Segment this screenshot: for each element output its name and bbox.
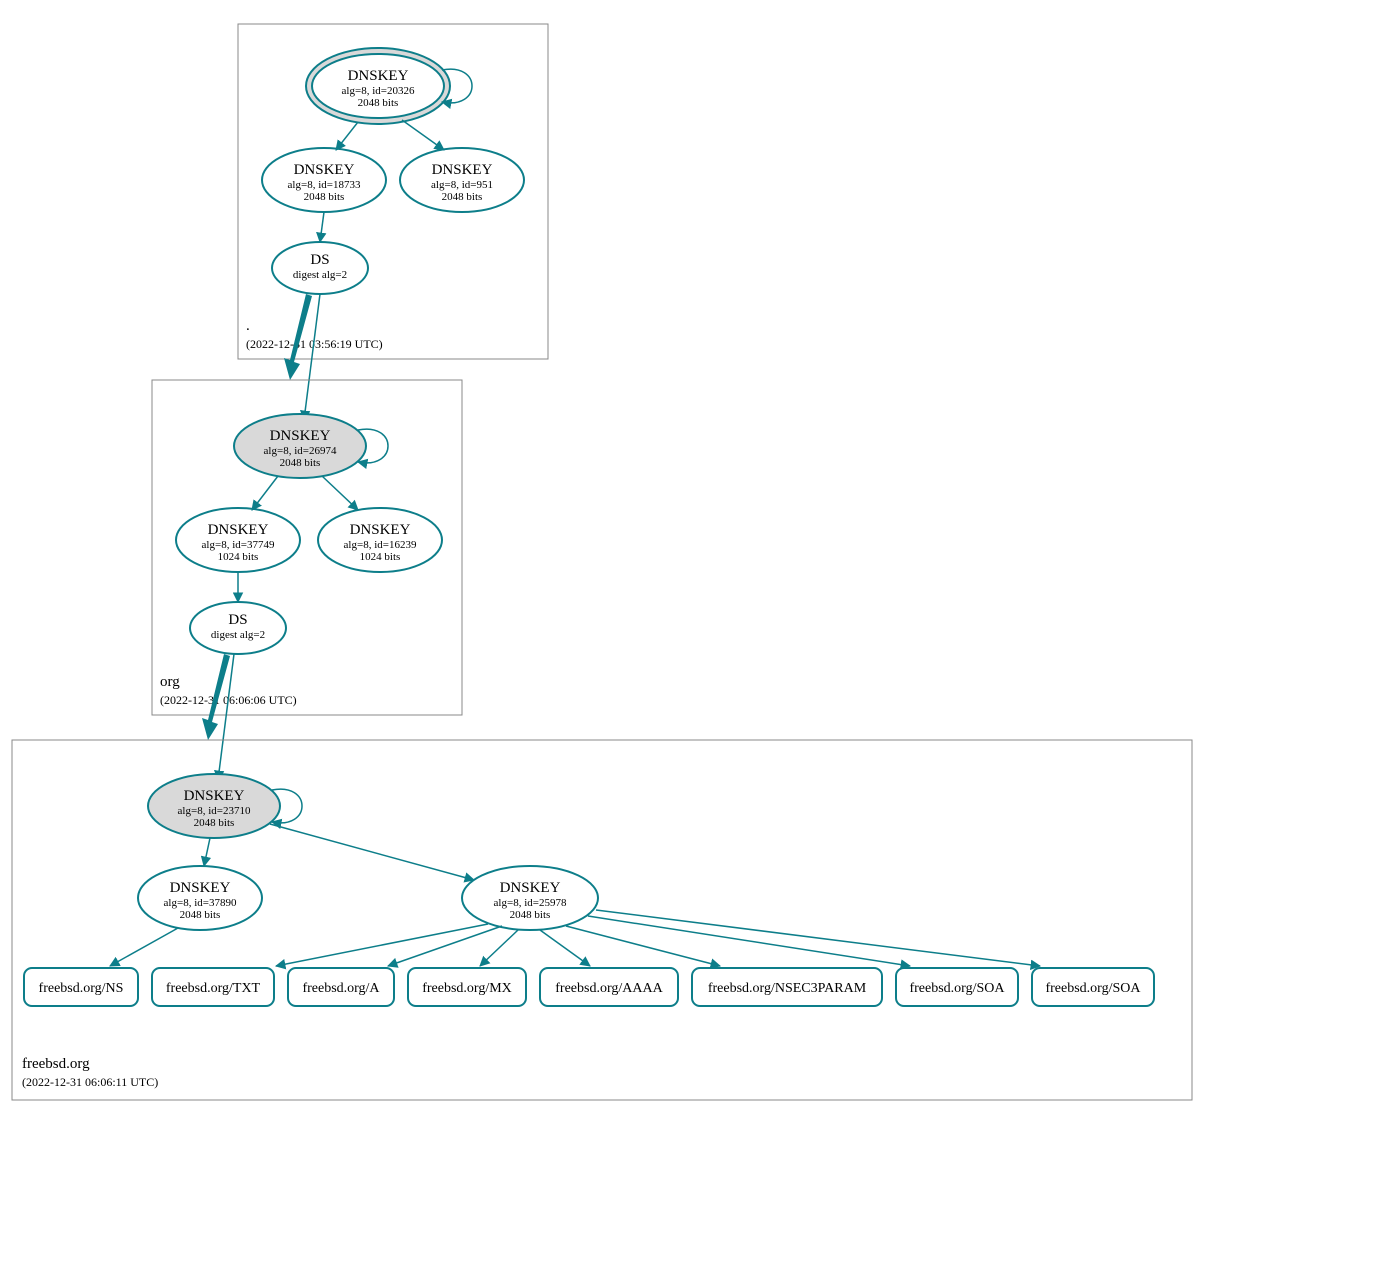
node-root-zsk2: DNSKEY alg=8, id=951 2048 bits: [400, 148, 524, 212]
node-fbsd-zsk1: DNSKEY alg=8, id=37890 2048 bits: [138, 866, 262, 930]
edge-root-zsk1-ds: [320, 212, 324, 242]
node-root-ds: DS digest alg=2: [272, 242, 368, 294]
svg-text:DNSKEY: DNSKEY: [270, 428, 331, 444]
rr-ns: freebsd.org/NS: [39, 981, 124, 996]
svg-text:digest alg=2: digest alg=2: [293, 269, 347, 281]
svg-text:alg=8, id=23710: alg=8, id=23710: [178, 805, 251, 817]
edge-org-ksk-zsk1: [252, 476, 278, 510]
node-org-zsk2: DNSKEY alg=8, id=16239 1024 bits: [318, 508, 442, 572]
svg-text:2048 bits: 2048 bits: [358, 97, 399, 109]
svg-text:alg=8, id=20326: alg=8, id=20326: [342, 85, 415, 97]
zone-root-label: .: [246, 318, 250, 334]
edge-fbsd-ksk-zsk2: [270, 824, 474, 880]
svg-text:alg=8, id=25978: alg=8, id=25978: [494, 897, 567, 909]
edge-fbsd-ksk-zsk1: [204, 838, 210, 866]
rr-soa2: freebsd.org/SOA: [1045, 981, 1141, 996]
node-fbsd-zsk2: DNSKEY alg=8, id=25978 2048 bits: [462, 866, 598, 930]
node-fbsd-ksk: DNSKEY alg=8, id=23710 2048 bits: [148, 774, 280, 838]
edge-zsk2-aaaa: [540, 930, 590, 966]
svg-text:digest alg=2: digest alg=2: [211, 629, 265, 641]
zone-freebsd-timestamp: (2022-12-31 06:06:11 UTC): [22, 1075, 158, 1089]
edge-root-ksk-zsk2: [402, 120, 444, 150]
svg-text:alg=8, id=18733: alg=8, id=18733: [288, 179, 361, 191]
zone-org-label: org: [160, 674, 180, 690]
rr-mx: freebsd.org/MX: [422, 981, 512, 996]
edge-zsk1-ns: [110, 928, 178, 966]
svg-text:DNSKEY: DNSKEY: [208, 522, 269, 538]
svg-text:DNSKEY: DNSKEY: [432, 162, 493, 178]
node-org-ksk: DNSKEY alg=8, id=26974 2048 bits: [234, 414, 366, 478]
svg-text:2048 bits: 2048 bits: [510, 909, 551, 921]
svg-text:2048 bits: 2048 bits: [180, 909, 221, 921]
edge-org-ksk-zsk2: [322, 476, 358, 510]
svg-text:DNSKEY: DNSKEY: [348, 68, 409, 84]
node-root-ksk: DNSKEY alg=8, id=20326 2048 bits: [306, 48, 450, 124]
svg-text:2048 bits: 2048 bits: [304, 191, 345, 203]
svg-text:DNSKEY: DNSKEY: [500, 880, 561, 896]
node-org-zsk1: DNSKEY alg=8, id=37749 1024 bits: [176, 508, 300, 572]
svg-text:DNSKEY: DNSKEY: [294, 162, 355, 178]
zone-freebsd-label: freebsd.org: [22, 1056, 90, 1072]
edge-zsk2-mx: [480, 930, 518, 966]
rrsets-row: freebsd.org/NS freebsd.org/TXT freebsd.o…: [24, 968, 1154, 1006]
svg-text:alg=8, id=26974: alg=8, id=26974: [264, 445, 337, 457]
edge-zsk2-nsec3: [566, 926, 720, 966]
svg-text:DNSKEY: DNSKEY: [350, 522, 411, 538]
edge-zsk2-soa2: [596, 910, 1040, 966]
edge-root-ksk-zsk1: [336, 122, 358, 150]
svg-text:2048 bits: 2048 bits: [280, 457, 321, 469]
svg-text:alg=8, id=951: alg=8, id=951: [431, 179, 493, 191]
rr-txt: freebsd.org/TXT: [166, 981, 261, 996]
rr-a: freebsd.org/A: [302, 981, 380, 996]
svg-text:DNSKEY: DNSKEY: [184, 788, 245, 804]
svg-text:DNSKEY: DNSKEY: [170, 880, 231, 896]
svg-text:1024 bits: 1024 bits: [218, 551, 259, 563]
svg-text:2048 bits: 2048 bits: [442, 191, 483, 203]
rr-nsec3: freebsd.org/NSEC3PARAM: [708, 981, 867, 996]
edge-zsk2-soa1: [588, 916, 910, 966]
node-org-ds: DS digest alg=2: [190, 602, 286, 654]
svg-text:alg=8, id=37890: alg=8, id=37890: [164, 897, 237, 909]
rr-soa1: freebsd.org/SOA: [909, 981, 1005, 996]
svg-text:alg=8, id=37749: alg=8, id=37749: [202, 539, 275, 551]
svg-text:2048 bits: 2048 bits: [194, 817, 235, 829]
edge-zsk2-txt: [276, 924, 488, 966]
node-root-zsk1: DNSKEY alg=8, id=18733 2048 bits: [262, 148, 386, 212]
svg-text:DS: DS: [310, 252, 329, 268]
svg-text:DS: DS: [228, 612, 247, 628]
svg-text:alg=8, id=16239: alg=8, id=16239: [344, 539, 417, 551]
dnssec-diagram: . (2022-12-31 03:56:19 UTC) DNSKEY alg=8…: [0, 0, 1388, 1278]
svg-text:1024 bits: 1024 bits: [360, 551, 401, 563]
rr-aaaa: freebsd.org/AAAA: [555, 981, 663, 996]
